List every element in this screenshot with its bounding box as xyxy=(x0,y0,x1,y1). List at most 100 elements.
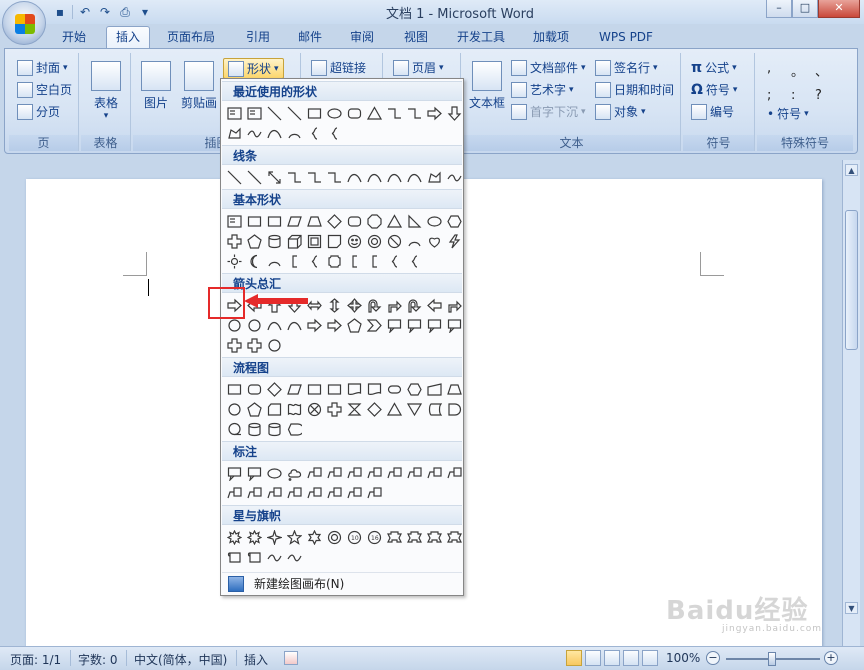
shape-trap-icon[interactable] xyxy=(305,212,324,231)
shape-rect-icon[interactable] xyxy=(225,380,244,399)
shape-quad-icon[interactable] xyxy=(345,296,364,315)
shape-moon-icon[interactable] xyxy=(245,252,264,271)
shape-lcall-icon[interactable] xyxy=(225,484,244,503)
shape-star16-icon[interactable]: 16 xyxy=(365,528,384,547)
shape-line-icon[interactable] xyxy=(225,168,244,187)
status-page[interactable]: 页面: 1/1 xyxy=(10,651,61,668)
shape-callout-icon[interactable] xyxy=(445,316,464,335)
shape-freeform-icon[interactable] xyxy=(225,124,244,143)
shape-smile-icon[interactable] xyxy=(345,232,364,251)
shape-elbow-icon[interactable] xyxy=(305,168,324,187)
datetime-button[interactable]: 日期和时间 xyxy=(595,81,674,98)
zoom-in-icon[interactable]: + xyxy=(824,651,838,665)
shape-ribbon-icon[interactable] xyxy=(405,528,424,547)
shape-oval-icon[interactable] xyxy=(425,212,444,231)
office-button[interactable] xyxy=(2,1,46,45)
shape-star10-icon[interactable]: 10 xyxy=(345,528,364,547)
minimize-button[interactable]: – xyxy=(766,0,792,18)
shape-pent-icon[interactable] xyxy=(245,232,264,251)
shape-rrect-icon[interactable] xyxy=(345,104,364,123)
qat-dropdown-icon[interactable]: ▾ xyxy=(137,4,153,20)
shape-lcall-icon[interactable] xyxy=(305,464,324,483)
shape-curve-icon[interactable] xyxy=(265,124,284,143)
shape-plus-icon[interactable] xyxy=(245,336,264,355)
scroll-up-icon[interactable]: ▲ xyxy=(845,164,858,176)
shape-oval-icon[interactable] xyxy=(325,104,344,123)
shape-arc-icon[interactable] xyxy=(265,252,284,271)
shape-bent-icon[interactable] xyxy=(385,296,404,315)
shape-box-icon[interactable] xyxy=(245,104,264,123)
tab-wps-pdf[interactable]: WPS PDF xyxy=(588,27,664,48)
shape-callout-icon[interactable] xyxy=(405,316,424,335)
shape-larrow-icon[interactable] xyxy=(425,296,444,315)
shape-rect-icon[interactable] xyxy=(305,104,324,123)
shape-seq-icon[interactable] xyxy=(225,420,244,439)
tab-home[interactable]: 开始 xyxy=(52,27,96,48)
zoom-level[interactable]: 100% xyxy=(666,651,700,665)
shape-ribbon-icon[interactable] xyxy=(425,528,444,547)
symbol-button[interactable]: Ω 符号 xyxy=(691,81,737,98)
outline-view-icon[interactable] xyxy=(623,650,639,666)
shape-para-icon[interactable] xyxy=(285,380,304,399)
shape-doc-icon[interactable] xyxy=(365,380,384,399)
shape-para-icon[interactable] xyxy=(285,212,304,231)
shape-arc-icon[interactable] xyxy=(285,124,304,143)
special-char-period[interactable]: 。 xyxy=(791,61,815,80)
shape-lcall-icon[interactable] xyxy=(445,464,464,483)
shape-lcall-icon[interactable] xyxy=(285,484,304,503)
shape-rarrow-icon[interactable] xyxy=(425,104,444,123)
special-symbol-button[interactable]: • 符号 xyxy=(767,105,809,122)
shape-donut-icon[interactable] xyxy=(365,232,384,251)
tab-references[interactable]: 引用 xyxy=(236,27,280,48)
close-button[interactable]: ✕ xyxy=(818,0,860,18)
shape-oct-icon[interactable] xyxy=(365,212,384,231)
redo-icon[interactable]: ↷ xyxy=(97,4,113,20)
shape-stored-icon[interactable] xyxy=(425,400,444,419)
shape-plus-icon[interactable] xyxy=(325,400,344,419)
shape-callout-icon[interactable] xyxy=(245,464,264,483)
web-layout-view-icon[interactable] xyxy=(604,650,620,666)
shape-box-icon[interactable] xyxy=(225,212,244,231)
shape-wave-icon[interactable] xyxy=(245,124,264,143)
shape-diamond-icon[interactable] xyxy=(265,380,284,399)
shape-callout-icon[interactable] xyxy=(385,316,404,335)
numbering-button[interactable]: 编号 xyxy=(691,103,734,120)
shape-lcall-icon[interactable] xyxy=(245,484,264,503)
save-icon[interactable]: ▪ xyxy=(52,4,68,20)
zoom-out-icon[interactable]: − xyxy=(706,651,720,665)
shape-callout-icon[interactable] xyxy=(425,316,444,335)
shape-circ-icon[interactable] xyxy=(265,336,284,355)
shape-cloud-icon[interactable] xyxy=(285,464,304,483)
shape-wave-icon[interactable] xyxy=(285,548,304,567)
status-insert-mode[interactable]: 插入 xyxy=(244,651,268,668)
shape-term-icon[interactable] xyxy=(385,380,404,399)
shape-freeform-icon[interactable] xyxy=(425,168,444,187)
shape-fold-icon[interactable] xyxy=(325,232,344,251)
shape-rect-icon[interactable] xyxy=(245,212,264,231)
shape-card-icon[interactable] xyxy=(265,400,284,419)
full-screen-reading-view-icon[interactable] xyxy=(585,650,601,666)
shape-brace-icon[interactable] xyxy=(325,124,344,143)
shape-lcall-icon[interactable] xyxy=(325,464,344,483)
shape-burst-icon[interactable] xyxy=(245,528,264,547)
shape-pent-icon[interactable] xyxy=(345,316,364,335)
shape-cube-icon[interactable] xyxy=(285,232,304,251)
shape-trap-icon[interactable] xyxy=(445,380,464,399)
cover-page-button[interactable]: 封面 xyxy=(17,59,68,76)
signature-line-button[interactable]: 签名行 xyxy=(595,59,658,76)
shape-rect-icon[interactable] xyxy=(325,380,344,399)
shape-curve-icon[interactable] xyxy=(285,316,304,335)
dropcap-button[interactable]: 首字下沉 xyxy=(511,103,586,120)
shape-uturn-icon[interactable] xyxy=(405,296,424,315)
tab-view[interactable]: 视图 xyxy=(394,27,438,48)
shape-line-icon[interactable] xyxy=(245,168,264,187)
shape-box-icon[interactable] xyxy=(225,104,244,123)
shape-lcall-icon[interactable] xyxy=(345,464,364,483)
shape-rect-icon[interactable] xyxy=(305,380,324,399)
shape-tri-icon[interactable] xyxy=(385,400,404,419)
shape-tape-icon[interactable] xyxy=(285,400,304,419)
status-language[interactable]: 中文(简体，中国) xyxy=(134,651,227,668)
shape-bracket-icon[interactable] xyxy=(345,252,364,271)
tab-page-layout[interactable]: 页面布局 xyxy=(158,27,224,48)
shape-darrow-icon[interactable] xyxy=(445,104,464,123)
